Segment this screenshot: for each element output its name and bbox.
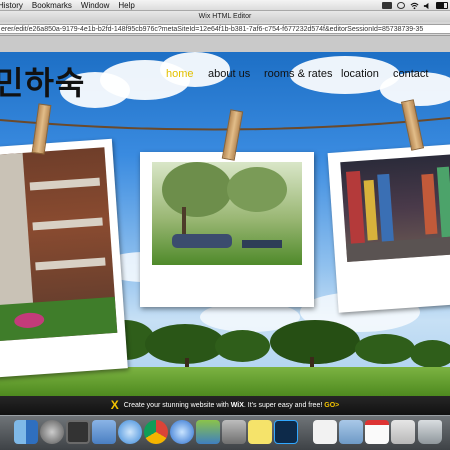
nav-about-us[interactable]: about us: [208, 68, 250, 80]
photo-frame-center[interactable]: [140, 152, 314, 307]
banner-prefix: Create your stunning website with: [123, 402, 229, 409]
tree: [270, 320, 360, 364]
trash-icon[interactable]: [418, 420, 442, 444]
chrome-icon[interactable]: [144, 420, 168, 444]
banner-go-link[interactable]: GO>: [324, 402, 339, 409]
editor-toolbar: [0, 36, 450, 52]
url-field[interactable]: erer/edit/e26a850a-9179-4e1b-b2fd-148f95…: [0, 24, 450, 34]
battery-icon[interactable]: [436, 2, 448, 9]
system-preferences-icon[interactable]: [40, 420, 64, 444]
mission-control-icon[interactable]: [66, 420, 90, 444]
banner-brand: WiX: [230, 402, 244, 409]
tree: [410, 340, 450, 368]
address-bar: erer/edit/e26a850a-9179-4e1b-b2fd-148f95…: [0, 22, 450, 36]
menu-bookmarks[interactable]: Bookmarks: [32, 0, 72, 11]
preview-icon[interactable]: [92, 420, 116, 444]
nav-contact[interactable]: contact: [393, 68, 428, 80]
nav-rooms-rates[interactable]: rooms & rates: [264, 68, 332, 80]
photo-frame-right[interactable]: [327, 143, 450, 313]
tree: [215, 330, 270, 362]
nav-location[interactable]: location: [341, 68, 379, 80]
photo-frame-left[interactable]: [0, 138, 128, 380]
mac-menubar: History Bookmarks Window Help: [0, 0, 450, 11]
park-picnic-photo: [152, 162, 302, 265]
tree: [355, 334, 415, 364]
photoshop-icon[interactable]: [274, 420, 298, 444]
menubar-tray: [382, 0, 448, 11]
activity-icon[interactable]: [382, 2, 392, 9]
safari-icon[interactable]: [118, 420, 142, 444]
stickies-icon[interactable]: [248, 420, 272, 444]
itunes-icon[interactable]: [170, 420, 194, 444]
menu-window[interactable]: Window: [81, 0, 109, 11]
mail-icon[interactable]: [391, 420, 415, 444]
font-book-icon[interactable]: [313, 420, 337, 444]
iphoto-icon[interactable]: [196, 420, 220, 444]
wix-promo-banner[interactable]: X Create your stunning website with WiX.…: [0, 396, 450, 415]
city-street-night-photo: [340, 153, 450, 262]
volume-icon[interactable]: [423, 2, 431, 10]
nav-home[interactable]: home: [166, 68, 194, 80]
folder-icon[interactable]: [339, 420, 363, 444]
wix-x-icon: X: [110, 398, 119, 412]
calendar-icon[interactable]: [365, 420, 389, 444]
time-machine-icon[interactable]: [397, 2, 405, 9]
menu-history[interactable]: History: [0, 0, 23, 11]
wifi-icon[interactable]: [410, 2, 419, 10]
disk-utility-icon[interactable]: [222, 420, 246, 444]
window-title: Wix HTML Editor: [0, 11, 450, 22]
menu-help[interactable]: Help: [118, 0, 134, 11]
site-canvas: 민하숙 home about us rooms & rates location…: [0, 52, 450, 396]
mac-dock: [0, 415, 450, 450]
banner-suffix: . It's super easy and free!: [243, 402, 323, 409]
finder-icon[interactable]: [14, 420, 38, 444]
site-logo[interactable]: 민하숙: [0, 58, 85, 104]
building-photo: [0, 147, 118, 342]
